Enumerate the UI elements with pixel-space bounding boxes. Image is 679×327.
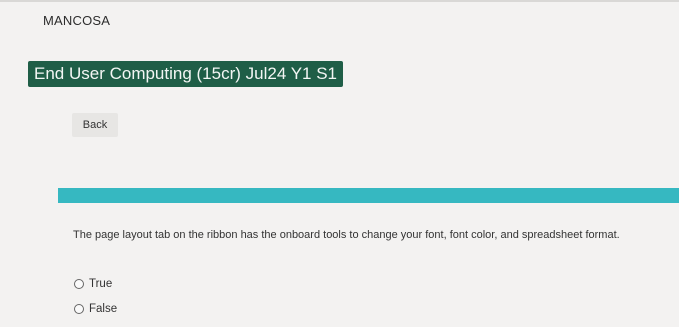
option-false[interactable]: False (74, 303, 117, 315)
radio-true[interactable] (74, 279, 84, 289)
top-divider (0, 0, 679, 2)
back-button[interactable]: Back (72, 113, 118, 137)
progress-bar-fill (58, 188, 679, 203)
brand-name: MANCOSA (43, 13, 111, 28)
option-true-label: True (89, 278, 113, 290)
radio-false[interactable] (74, 304, 84, 314)
option-false-label: False (89, 303, 118, 315)
option-true[interactable]: True (74, 278, 112, 290)
course-title: End User Computing (15cr) Jul24 Y1 S1 (28, 61, 344, 87)
question-text: The page layout tab on the ribbon has th… (73, 229, 620, 241)
progress-bar (58, 188, 679, 203)
